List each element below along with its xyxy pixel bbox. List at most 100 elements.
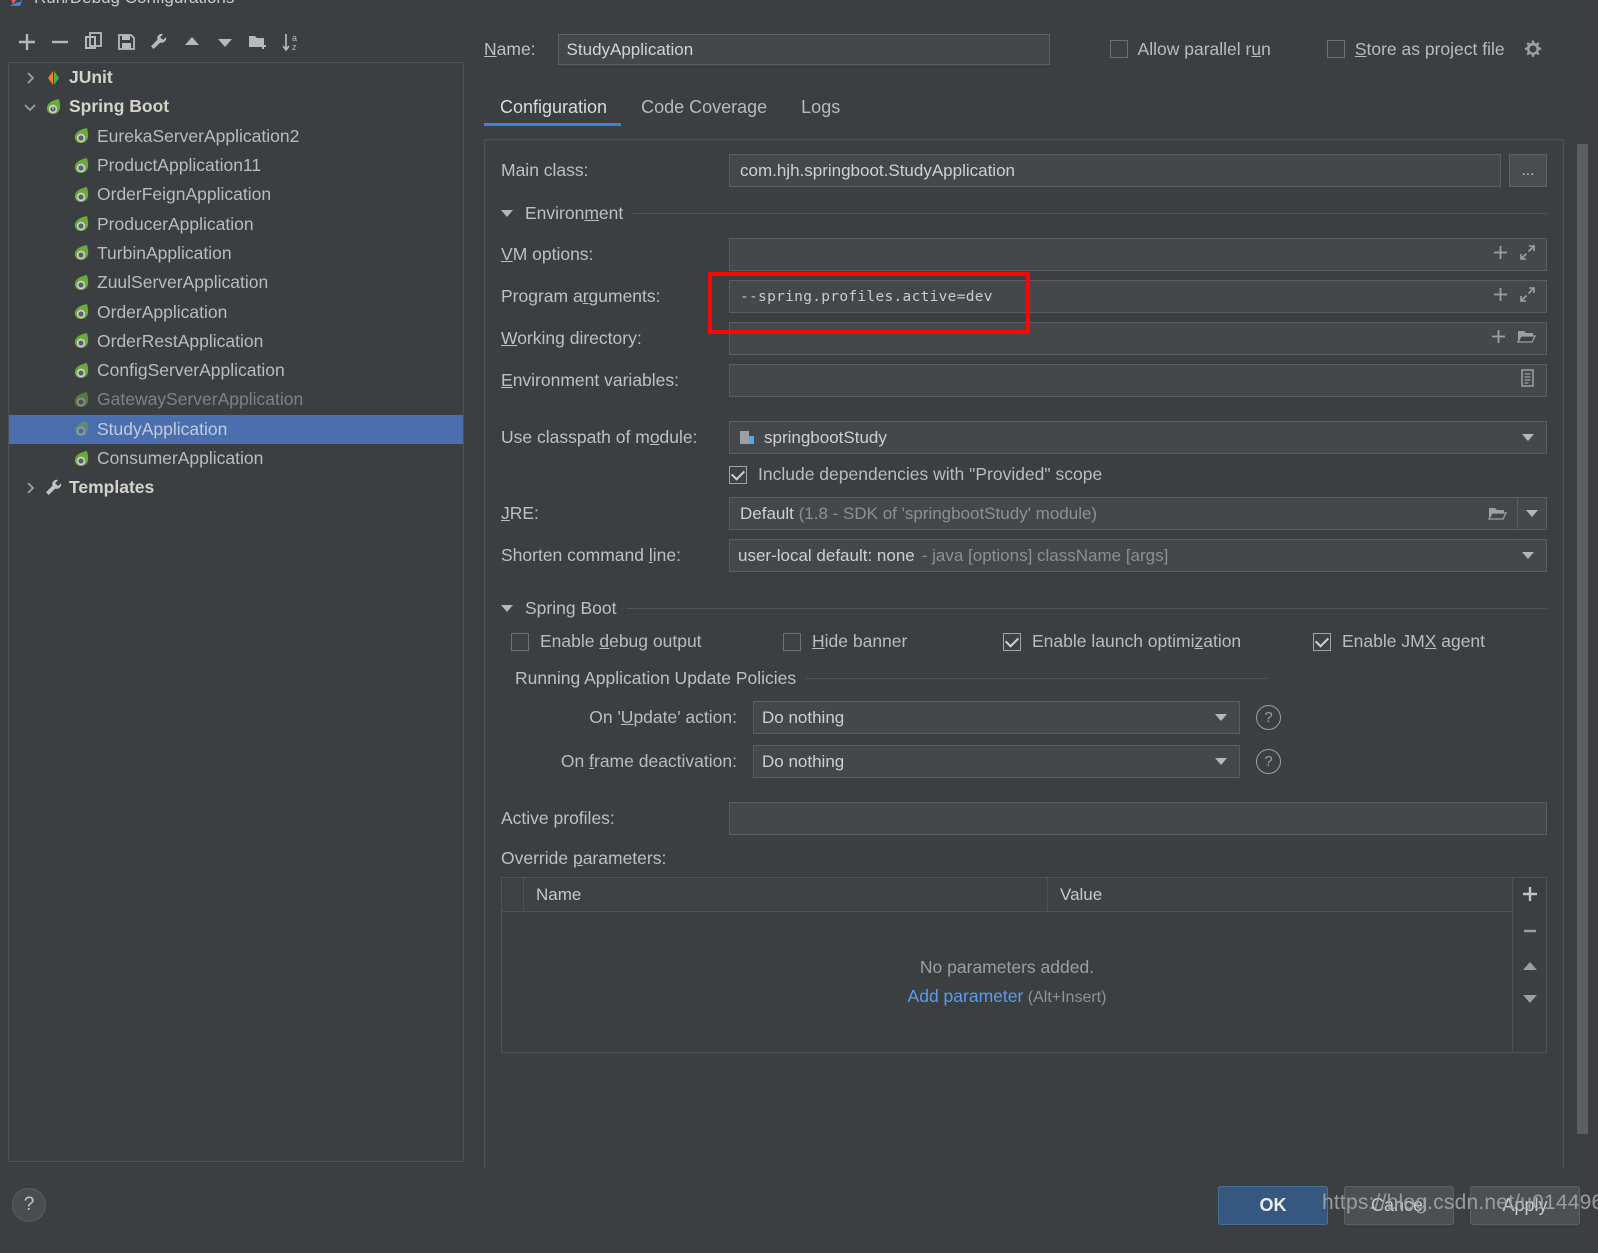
add-configuration-button[interactable] — [12, 28, 42, 56]
tree-item-turbinapplication[interactable]: TurbinApplication — [9, 239, 463, 268]
vm-options-input[interactable] — [729, 238, 1547, 271]
jre-browse-icon[interactable] — [1478, 505, 1517, 522]
chevron-down-icon[interactable] — [1215, 758, 1227, 765]
edit-templates-button[interactable] — [144, 28, 174, 56]
include-provided-checkbox[interactable] — [729, 465, 747, 484]
table-gutter-column — [502, 878, 524, 911]
shorten-command-line-combo[interactable]: user-local default: none - java [options… — [729, 539, 1547, 572]
hide-banner-row[interactable]: Hide banner — [783, 631, 1003, 652]
tree-item-productapplication11[interactable]: ProductApplication11 — [9, 151, 463, 180]
on-update-action-help-icon[interactable]: ? — [1256, 705, 1281, 730]
ok-button[interactable]: OK — [1218, 1186, 1328, 1225]
chevron-right-icon[interactable] — [19, 67, 41, 89]
name-input[interactable]: StudyApplication — [557, 33, 1050, 65]
active-profiles-label: Active profiles: — [501, 808, 615, 828]
tree-item-eurekaserverapplication2[interactable]: EurekaServerApplication2 — [9, 122, 463, 151]
gear-icon[interactable] — [1523, 39, 1543, 59]
tree-item-configserverapplication[interactable]: ConfigServerApplication — [9, 356, 463, 385]
tree-node-junit[interactable]: JUnit — [9, 63, 463, 92]
browse-folder-icon[interactable] — [1516, 328, 1537, 350]
insert-macro-icon[interactable] — [1492, 244, 1509, 266]
remove-parameter-button[interactable] — [1521, 922, 1539, 945]
copy-configuration-button[interactable] — [78, 28, 108, 56]
enable-debug-output-row[interactable]: Enable debug output — [511, 631, 783, 652]
tree-node-spring-boot[interactable]: Spring Boot — [9, 92, 463, 121]
chevron-down-icon[interactable] — [1522, 434, 1534, 441]
insert-macro-icon[interactable] — [1492, 286, 1509, 308]
program-arguments-input[interactable]: --spring.profiles.active=dev — [729, 280, 1547, 313]
triangle-down-icon[interactable] — [501, 210, 513, 217]
environment-variables-editor-icon[interactable] — [1519, 369, 1536, 392]
tab-code-coverage[interactable]: Code Coverage — [625, 93, 785, 126]
remove-configuration-button[interactable] — [45, 28, 75, 56]
tree-item-orderrestapplication[interactable]: OrderRestApplication — [9, 327, 463, 356]
enable-jmx-agent-row[interactable]: Enable JMX agent — [1313, 631, 1485, 652]
add-parameter-button[interactable] — [1521, 885, 1539, 908]
main-class-input[interactable]: com.hjh.springboot.StudyApplication — [729, 154, 1501, 187]
tree-item-zuulserverapplication[interactable]: ZuulServerApplication — [9, 268, 463, 297]
new-folder-button[interactable] — [243, 28, 273, 56]
enable-launch-optimization-checkbox[interactable] — [1003, 632, 1021, 651]
spring-boot-icon — [71, 448, 93, 470]
table-column-value[interactable]: Value — [1048, 878, 1512, 911]
main-class-browse-button[interactable]: ... — [1509, 154, 1547, 187]
tree-item-gatewayserverapplication[interactable]: GatewayServerApplication — [9, 385, 463, 414]
expand-editor-icon[interactable] — [1519, 286, 1536, 308]
tree-item-label: TurbinApplication — [97, 242, 232, 263]
add-parameter-link[interactable]: Add parameter — [908, 986, 1024, 1006]
tree-item-label: OrderRestApplication — [97, 330, 264, 351]
allow-parallel-run-checkbox[interactable] — [1109, 40, 1128, 58]
enable-launch-optimization-row[interactable]: Enable launch optimization — [1003, 631, 1313, 652]
allow-parallel-run-row[interactable]: Allow parallel run — [1109, 39, 1271, 60]
module-icon — [738, 429, 757, 447]
hide-banner-checkbox[interactable] — [783, 632, 801, 651]
classpath-combo[interactable]: springbootStudy — [729, 421, 1547, 454]
configurations-tree[interactable]: JUnit Spring Boot EurekaServerApplicatio… — [8, 62, 464, 1162]
include-provided-row[interactable]: Include dependencies with "Provided" sco… — [729, 464, 1547, 485]
store-as-project-file-checkbox[interactable] — [1326, 40, 1345, 58]
triangle-down-icon[interactable] — [501, 605, 513, 612]
chevron-down-icon[interactable] — [1522, 552, 1534, 559]
form-scrollbar[interactable] — [1577, 144, 1588, 1162]
move-down-button[interactable] — [210, 28, 240, 56]
enable-jmx-agent-label: Enable JMX agent — [1342, 631, 1486, 651]
tab-configuration[interactable]: Configuration — [484, 93, 625, 126]
move-up-button[interactable] — [177, 28, 207, 56]
chevron-down-icon[interactable] — [19, 96, 41, 118]
tab-logs[interactable]: Logs — [785, 93, 858, 126]
save-configuration-button[interactable] — [111, 28, 141, 56]
tree-item-studyapplication[interactable]: StudyApplication — [9, 414, 463, 444]
form-scrollbar-thumb[interactable] — [1577, 144, 1588, 1134]
enable-jmx-agent-checkbox[interactable] — [1313, 632, 1331, 651]
tree-item-orderfeignapplication[interactable]: OrderFeignApplication — [9, 180, 463, 209]
active-profiles-input[interactable] — [729, 802, 1547, 835]
chevron-down-icon[interactable] — [1215, 714, 1227, 721]
junit-icon — [43, 67, 65, 89]
editor-tabs[interactable]: Configuration Code Coverage Logs — [484, 86, 1598, 126]
tree-item-consumerapplication[interactable]: ConsumerApplication — [9, 444, 463, 473]
spring-boot-section-header[interactable]: Spring Boot — [501, 598, 1547, 619]
expand-editor-icon[interactable] — [1519, 244, 1536, 266]
move-parameter-down-button[interactable] — [1521, 992, 1539, 1011]
store-as-project-file-row[interactable]: Store as project file — [1326, 39, 1543, 60]
on-frame-deactivation-help-icon[interactable]: ? — [1256, 749, 1281, 774]
sort-configurations-button[interactable]: a z — [276, 28, 306, 56]
tree-node-templates[interactable]: Templates — [9, 473, 463, 502]
on-update-action-combo[interactable]: Do nothing — [753, 701, 1240, 734]
environment-variables-input[interactable] — [729, 364, 1547, 397]
help-button[interactable]: ? — [12, 1188, 46, 1222]
insert-macro-icon[interactable] — [1490, 328, 1507, 350]
table-column-name[interactable]: Name — [524, 878, 1048, 911]
working-directory-input[interactable] — [729, 322, 1547, 355]
environment-section-header[interactable]: Environment — [501, 203, 1547, 224]
chevron-right-icon[interactable] — [19, 477, 41, 499]
move-parameter-up-button[interactable] — [1521, 959, 1539, 978]
tree-item-orderapplication[interactable]: OrderApplication — [9, 297, 463, 326]
chevron-down-icon[interactable] — [1526, 510, 1538, 517]
on-frame-deactivation-combo[interactable]: Do nothing — [753, 745, 1240, 778]
enable-debug-output-checkbox[interactable] — [511, 632, 529, 651]
tree-item-producerapplication[interactable]: ProducerApplication — [9, 209, 463, 238]
parameters-table[interactable]: Name Value No parameters added. Add para… — [501, 877, 1513, 1053]
configuration-form: Main class: com.hjh.springboot.StudyAppl… — [484, 139, 1564, 1168]
jre-input[interactable]: Default (1.8 - SDK of 'springbootStudy' … — [729, 497, 1547, 530]
